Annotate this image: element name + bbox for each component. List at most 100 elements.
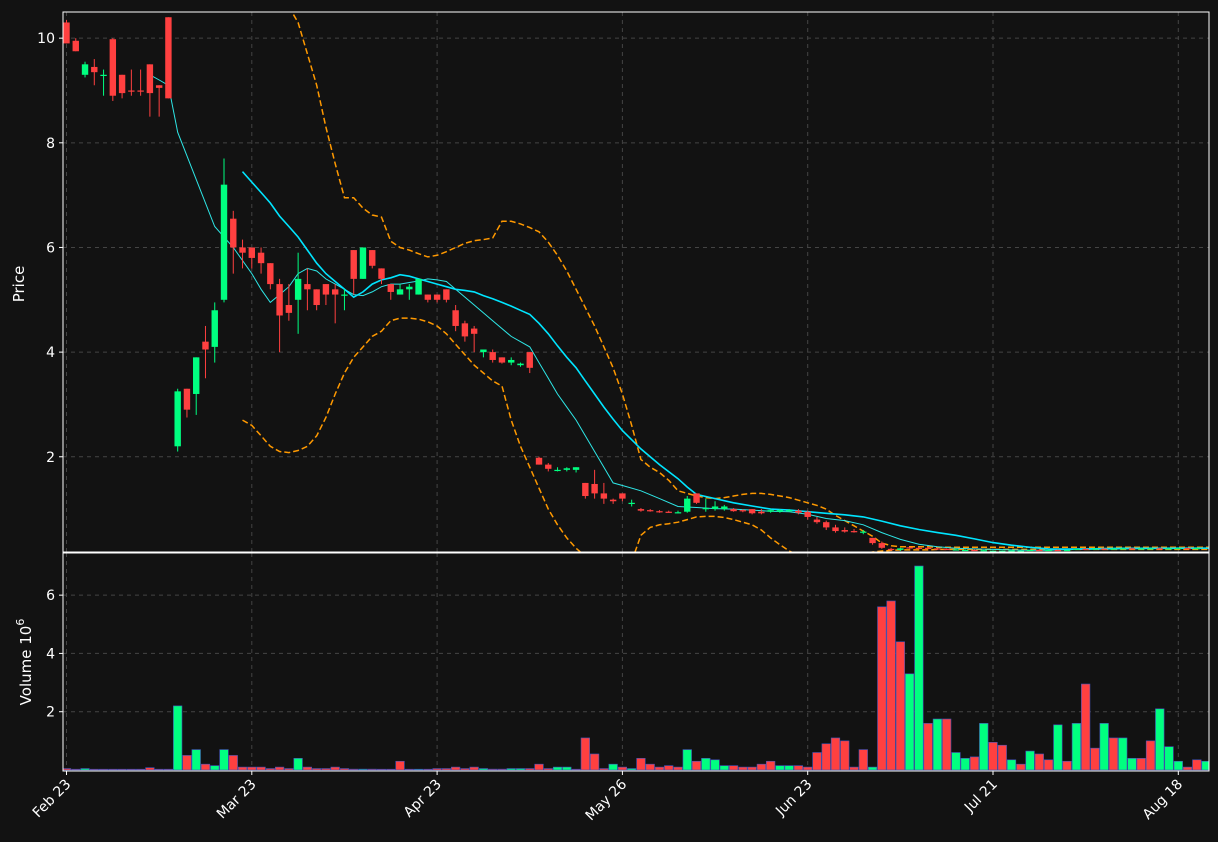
volume-bar-30 — [339, 768, 350, 771]
candle-body-117 — [1147, 548, 1154, 550]
candle-body-16 — [211, 310, 218, 347]
volume-bar-16 — [210, 765, 220, 771]
candle-body-113 — [1110, 548, 1117, 550]
candle-body-115 — [1128, 548, 1136, 550]
volume-bar-45 — [478, 768, 489, 771]
volume-bar-61 — [627, 768, 637, 771]
candle-body-111 — [1091, 548, 1099, 550]
volume-bar-122 — [1192, 759, 1202, 771]
volume-bar-92 — [914, 565, 924, 771]
candle-body-59 — [609, 499, 617, 502]
candle-0 — [63, 19, 70, 44]
candle-body-116 — [1138, 548, 1145, 550]
volume-bar-87 — [867, 766, 878, 771]
price-axis-label: Price — [10, 266, 28, 303]
candle-body-30 — [341, 294, 348, 296]
volume-bar-120 — [1173, 760, 1183, 771]
candle-body-25 — [294, 278, 302, 300]
candle-body-35 — [387, 284, 394, 292]
volume-bar-113 — [1108, 737, 1119, 771]
candle-body-4 — [100, 74, 107, 76]
volume-bar-112 — [1099, 723, 1109, 771]
volume-bar-15 — [200, 763, 211, 771]
candle-body-122 — [1193, 548, 1201, 550]
candle-32 — [359, 247, 367, 279]
volume-bar-95 — [942, 718, 952, 771]
volume-bar-9 — [145, 767, 155, 771]
volume-bar-108 — [1062, 760, 1072, 771]
candle-body-82 — [823, 522, 830, 528]
volume-bar-91 — [905, 673, 915, 771]
candle-108 — [1063, 549, 1071, 552]
volume-bar-101 — [997, 744, 1007, 771]
candle-body-37 — [406, 286, 413, 290]
volume-bar-12 — [173, 705, 183, 771]
candle-body-29 — [331, 289, 339, 295]
volume-bar-93 — [923, 723, 933, 771]
volume-bar-27 — [312, 768, 322, 771]
price-y-tick-label-0: 2 — [46, 450, 55, 466]
volume-bar-49 — [515, 768, 526, 771]
candle-body-88 — [878, 543, 886, 548]
volume-bar-114 — [1118, 737, 1128, 771]
candle-body-42 — [452, 310, 459, 326]
candle-body-6 — [118, 74, 126, 94]
volume-bar-72 — [728, 765, 739, 771]
candle-body-9 — [146, 64, 154, 94]
candle-body-109 — [1073, 548, 1080, 551]
price-y-tick-label-2: 6 — [46, 240, 55, 256]
candle-body-44 — [470, 328, 478, 334]
volume-y-tick-label-0: 2 — [46, 705, 55, 721]
volume-bar-44 — [469, 766, 479, 771]
volume-bar-85 — [849, 766, 859, 771]
candle-body-13 — [183, 388, 191, 410]
candle-body-43 — [461, 323, 469, 337]
volume-bar-67 — [682, 749, 692, 771]
candle-body-97 — [962, 549, 969, 552]
candle-body-75 — [758, 511, 765, 514]
candle-body-18 — [230, 218, 237, 248]
volume-bar-94 — [932, 718, 943, 771]
candle-body-11 — [165, 17, 172, 99]
volume-bar-53 — [552, 766, 563, 771]
volume-y-tick-label-2: 6 — [46, 588, 55, 604]
candle-body-62 — [637, 509, 645, 511]
candle-body-112 — [1100, 548, 1108, 550]
price-y-tick-label-1: 4 — [46, 345, 55, 361]
volume-bar-3 — [89, 768, 99, 771]
volume-bar-74 — [747, 766, 757, 771]
candle-body-104 — [1026, 549, 1034, 552]
volume-bar-79 — [793, 765, 804, 771]
candle-104 — [1026, 549, 1034, 552]
candle-body-46 — [489, 352, 496, 360]
price-y-tick-label-4: 10 — [37, 31, 55, 47]
volume-bar-107 — [1053, 724, 1063, 771]
candle-body-38 — [415, 278, 422, 295]
volume-bar-40 — [432, 768, 442, 771]
candle-body-54 — [563, 468, 571, 470]
candle-body-70 — [711, 506, 719, 510]
volume-bar-106 — [1043, 759, 1054, 771]
candle-body-65 — [665, 511, 672, 513]
volume-bar-23 — [274, 766, 285, 771]
candle-body-56 — [582, 482, 589, 497]
candle-body-51 — [535, 457, 543, 465]
volume-bar-17 — [219, 749, 229, 771]
volume-bar-51 — [534, 763, 544, 771]
candle-body-96 — [952, 549, 960, 551]
candle-body-77 — [776, 510, 784, 512]
stock-chart: 246810 246 Feb 23 Mar 23 Apr 23 May 26 Jun 2… — [0, 0, 1218, 842]
volume-bar-78 — [784, 765, 794, 771]
volume-bar-119 — [1164, 746, 1174, 771]
candle-body-10 — [155, 85, 163, 88]
candle-11 — [165, 17, 172, 99]
candle-body-66 — [674, 512, 682, 514]
volume-bar-82 — [821, 743, 831, 771]
candle-body-94 — [934, 548, 941, 550]
candle-body-33 — [369, 250, 376, 266]
candle-117 — [1147, 548, 1154, 550]
candle-body-22 — [267, 263, 274, 285]
candle-109 — [1073, 548, 1080, 551]
volume-bar-71 — [719, 765, 729, 771]
candle-body-67 — [684, 498, 691, 512]
